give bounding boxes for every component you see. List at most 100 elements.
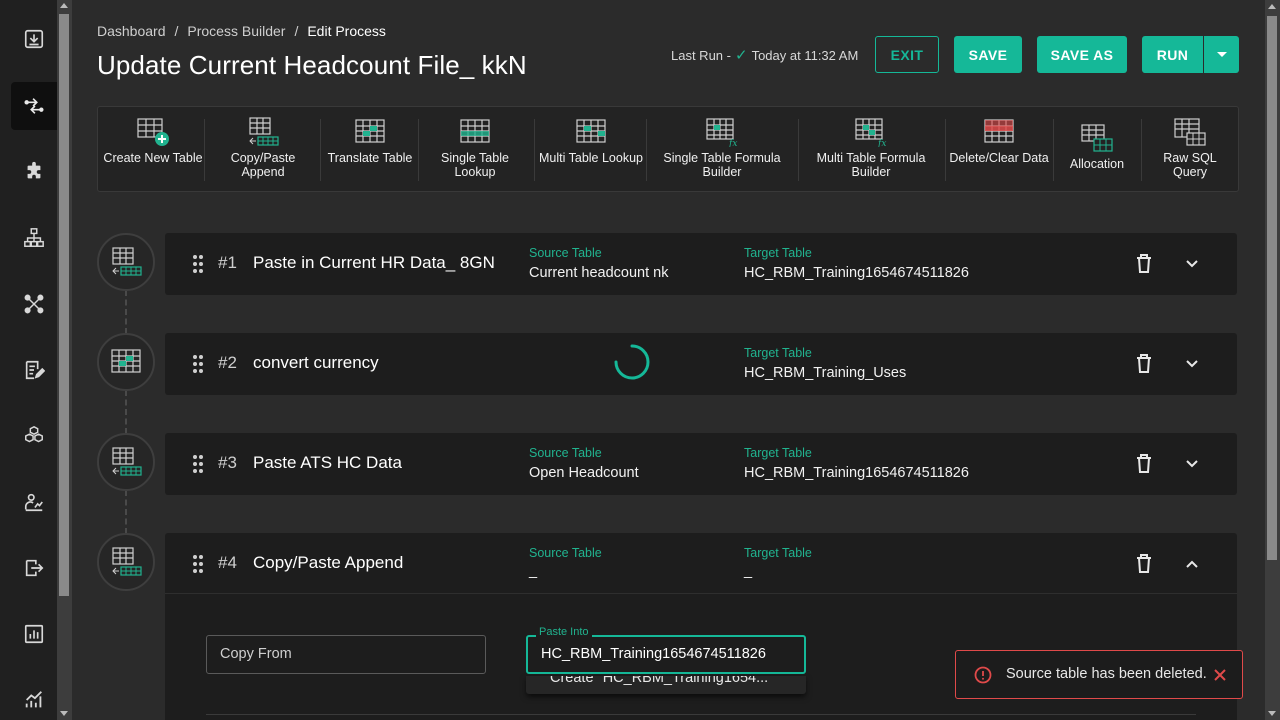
- save-button[interactable]: SAVE: [954, 36, 1022, 73]
- import-export-icon[interactable]: [11, 544, 57, 592]
- sidebar-scrollbar[interactable]: [57, 0, 72, 720]
- drag-handle-icon[interactable]: [193, 355, 203, 373]
- scrollbar-thumb[interactable]: [59, 14, 69, 596]
- source-table-value: Open Headcount: [529, 465, 639, 481]
- tool-single-table-formula-builder[interactable]: fx Single Table Formula Builder: [650, 107, 794, 191]
- check-icon: ✓: [734, 47, 748, 64]
- trash-icon[interactable]: [1135, 553, 1153, 573]
- trend-chart-icon[interactable]: [11, 676, 57, 720]
- dropdown-option-create[interactable]: Create "HC_RBM_Training1654...: [550, 676, 768, 686]
- user-chart-icon[interactable]: [11, 478, 57, 526]
- tool-create-new-table[interactable]: Create New Table: [102, 107, 204, 191]
- tool-copy-paste-append[interactable]: Copy/Paste Append: [208, 107, 318, 191]
- toast-message: Source table has been deleted.: [1006, 666, 1207, 682]
- step-toolbar: Create New Table Copy/Paste Append Trans…: [97, 106, 1239, 192]
- step-card[interactable]: #3 Paste ATS HC Data Source Table Open H…: [165, 433, 1237, 495]
- tool-label: Single Table Formula Builder: [663, 151, 781, 179]
- tool-delete-clear-data[interactable]: Delete/Clear Data: [949, 107, 1049, 191]
- allocation-icon: [1081, 124, 1113, 152]
- breadcrumb-dashboard[interactable]: Dashboard: [97, 23, 166, 39]
- scroll-up-icon[interactable]: [60, 3, 68, 8]
- single-lookup-icon: [460, 119, 490, 143]
- scroll-up-icon[interactable]: [1268, 4, 1276, 9]
- chevron-down-icon[interactable]: [1183, 355, 1201, 373]
- error-toast: Source table has been deleted.: [955, 650, 1243, 699]
- drag-handle-icon[interactable]: [193, 555, 203, 573]
- network-icon[interactable]: [11, 280, 57, 328]
- copy-from-field[interactable]: Copy From: [206, 635, 486, 674]
- step-type-icon: [97, 233, 155, 291]
- breadcrumb: Dashboard / Process Builder / Edit Proce…: [97, 23, 386, 39]
- target-table-label: Target Table: [744, 246, 812, 260]
- close-icon[interactable]: [1213, 668, 1227, 682]
- step-type-icon: [97, 533, 155, 591]
- target-table-value: HC_RBM_Training1654674511826: [744, 265, 969, 281]
- loading-spinner-icon: [614, 344, 650, 380]
- tool-label: Raw SQL Query: [1163, 151, 1217, 179]
- target-table-label: Target Table: [744, 346, 812, 360]
- sql-query-icon: [1174, 118, 1206, 146]
- timeline-connector: [125, 490, 127, 534]
- step-name: Paste in Current HR Data_ 8GN: [253, 253, 495, 272]
- target-table-label: Target Table: [744, 546, 812, 560]
- svg-text:fx: fx: [728, 139, 737, 147]
- exit-button[interactable]: EXIT: [875, 36, 939, 73]
- page-title: Update Current Headcount File_ kkN: [97, 50, 527, 80]
- run-menu-button[interactable]: [1204, 36, 1239, 73]
- tool-translate-table[interactable]: Translate Table: [324, 107, 416, 191]
- cubes-icon[interactable]: [11, 412, 57, 460]
- chevron-down-icon[interactable]: [1183, 255, 1201, 273]
- chevron-up-icon[interactable]: [1183, 555, 1201, 573]
- translate-table-icon: [111, 349, 141, 373]
- hierarchy-icon[interactable]: [11, 214, 57, 262]
- trash-icon[interactable]: [1135, 253, 1153, 273]
- bar-chart-icon[interactable]: [11, 610, 57, 658]
- paste-into-dropdown[interactable]: Create "HC_RBM_Training1654...: [526, 676, 806, 694]
- step-name: Copy/Paste Append: [253, 553, 404, 572]
- breadcrumb-process-builder[interactable]: Process Builder: [187, 23, 285, 39]
- toolbar-divider: [1053, 119, 1054, 181]
- toolbar-divider: [798, 119, 799, 181]
- toolbar-divider: [204, 119, 205, 181]
- toolbar-divider: [646, 119, 647, 181]
- tool-multi-table-formula-builder[interactable]: fx Multi Table Formula Builder: [802, 107, 940, 191]
- step-type-icon: [97, 333, 155, 391]
- copy-paste-append-icon: [249, 117, 279, 146]
- drag-handle-icon[interactable]: [193, 455, 203, 473]
- page-scrollbar[interactable]: [1265, 0, 1280, 720]
- create-table-icon: [137, 118, 169, 146]
- scroll-down-icon[interactable]: [60, 711, 68, 716]
- breadcrumb-separator: /: [294, 23, 299, 39]
- trash-icon[interactable]: [1135, 453, 1153, 473]
- scrollbar-thumb[interactable]: [1267, 16, 1277, 560]
- target-table-value: HC_RBM_Training_Uses: [744, 365, 907, 381]
- drag-handle-icon[interactable]: [193, 255, 203, 273]
- step-card[interactable]: #4 Copy/Paste Append Source Table _ Targ…: [165, 533, 1237, 593]
- source-table-value: Current headcount nk: [529, 265, 669, 281]
- step-number: #3: [218, 453, 237, 472]
- single-formula-icon: fx: [706, 118, 737, 147]
- step-number: #2: [218, 353, 237, 372]
- step-name: Paste ATS HC Data: [253, 453, 402, 472]
- target-table-label: Target Table: [744, 446, 812, 460]
- save-as-button[interactable]: SAVE AS: [1037, 36, 1127, 73]
- run-button[interactable]: RUN: [1142, 36, 1203, 73]
- chevron-down-icon[interactable]: [1183, 455, 1201, 473]
- tool-multi-table-lookup[interactable]: Multi Table Lookup: [538, 107, 644, 191]
- paste-into-field[interactable]: HC_RBM_Training1654674511826: [526, 635, 806, 674]
- source-table-value: _: [529, 563, 538, 579]
- download-box-icon[interactable]: [11, 15, 57, 63]
- step-card[interactable]: #1 Paste in Current HR Data_ 8GN Source …: [165, 233, 1237, 295]
- delete-clear-icon: [984, 119, 1014, 143]
- tool-single-table-lookup[interactable]: Single Table Lookup: [422, 107, 528, 191]
- scroll-down-icon[interactable]: [1268, 711, 1276, 716]
- tool-label: Delete/Clear Data: [949, 151, 1049, 165]
- tool-raw-sql-query[interactable]: Raw SQL Query: [1145, 107, 1235, 191]
- step-card[interactable]: #2 convert currency Target Table HC_RBM_…: [165, 333, 1237, 395]
- puzzle-icon[interactable]: [11, 148, 57, 196]
- trash-icon[interactable]: [1135, 353, 1153, 373]
- process-flow-icon[interactable]: [11, 82, 57, 130]
- translate-table-icon: [355, 119, 385, 143]
- edit-report-icon[interactable]: [11, 346, 57, 394]
- tool-allocation[interactable]: Allocation: [1057, 107, 1137, 191]
